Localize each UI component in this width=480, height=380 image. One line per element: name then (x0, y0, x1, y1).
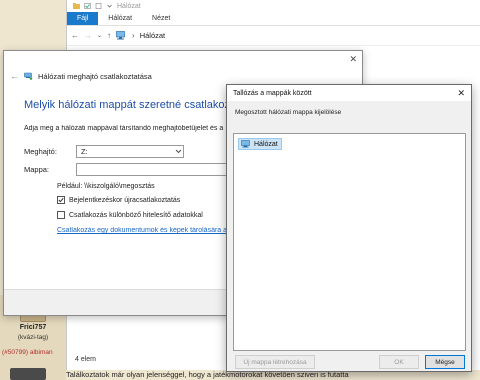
document-icon[interactable] (95, 3, 102, 9)
recent-chevron-icon[interactable]: ⌄ (97, 32, 102, 39)
folder-icon (73, 3, 80, 9)
browse-titlebar: Tallózás a mappák között ✕ (227, 85, 471, 101)
checkmark-icon[interactable] (84, 3, 91, 9)
cancel-button[interactable]: Mégse (425, 355, 465, 369)
forum-button[interactable] (10, 368, 46, 380)
browse-title: Tallózás a mappák között (233, 89, 312, 97)
reconnect-option[interactable]: Bejelentkezéskor újracsatlakoztatás (57, 196, 180, 204)
breadcrumb-separator-icon: › (132, 31, 135, 40)
drive-label: Meghajtó: (24, 147, 57, 156)
status-item-count: 4 elem (75, 356, 97, 363)
drive-letter-select[interactable]: Z: (76, 145, 184, 158)
new-folder-button[interactable]: Új mappa létrehozása (235, 355, 315, 369)
network-icon (241, 140, 250, 148)
folder-label: Mappa: (24, 165, 50, 174)
tree-item-network[interactable]: Hálózat (238, 138, 282, 150)
wizard-title: Hálózati meghajtó csatlakoztatása (38, 71, 152, 81)
reconnect-checkbox[interactable] (57, 196, 65, 204)
chevron-down-icon[interactable] (106, 3, 113, 9)
reconnect-label: Bejelentkezéskor újracsatlakoztatás (69, 196, 181, 204)
explorer-titlebar: Hálózat (67, 0, 480, 12)
ok-button[interactable]: OK (379, 355, 419, 369)
credentials-checkbox[interactable] (57, 211, 65, 219)
credentials-label: Csatlakozás különböző hitelesítő adatokk… (69, 211, 203, 219)
browse-folder-dialog: Tallózás a mappák között ✕ Megosztott há… (226, 84, 472, 372)
tab-view[interactable]: Nézet (142, 12, 180, 25)
drive-letter-value: Z: (81, 147, 88, 156)
close-icon[interactable]: ✕ (349, 54, 357, 65)
path-example: Például: \\kiszolgáló\megosztás (57, 183, 155, 190)
document-storage-link[interactable]: Csatlakozás egy dokumentumok és képek tá… (57, 227, 230, 234)
network-drive-icon (24, 72, 33, 80)
back-arrow-icon[interactable]: ← (71, 31, 79, 40)
up-arrow-icon[interactable]: ↑ (107, 31, 111, 40)
network-icon (116, 31, 125, 40)
explorer-title: Hálózat (117, 2, 141, 10)
tab-network[interactable]: Hálózat (98, 12, 142, 25)
wizard-heading: Melyik hálózati mappát szeretné csatlako… (24, 99, 257, 111)
ribbon-tabs: Fájl Hálózat Nézet (67, 12, 480, 26)
forum-post-id[interactable]: (#50799) albiman (2, 349, 53, 356)
breadcrumb[interactable]: Hálózat (140, 31, 165, 40)
address-bar: ← → ⌄ ↑ › Hálózat (67, 26, 480, 46)
close-icon[interactable]: ✕ (457, 88, 465, 99)
forum-username[interactable]: Frici757 (0, 324, 66, 331)
forum-user-tag: (kvázi-tag) (17, 334, 49, 341)
wizard-header: ← Hálózati meghajtó csatlakoztatása (10, 71, 152, 81)
chevron-down-icon (173, 147, 183, 157)
browse-prompt: Megosztott hálózati mappa kijelölése (235, 109, 342, 116)
folder-tree[interactable]: Hálózat (233, 133, 466, 351)
back-arrow-icon[interactable]: ← (10, 71, 19, 81)
forward-arrow-icon[interactable]: → (84, 31, 92, 40)
tree-item-label: Hálózat (254, 140, 278, 148)
credentials-option[interactable]: Csatlakozás különböző hitelesítő adatokk… (57, 211, 203, 219)
tab-file[interactable]: Fájl (67, 12, 99, 25)
